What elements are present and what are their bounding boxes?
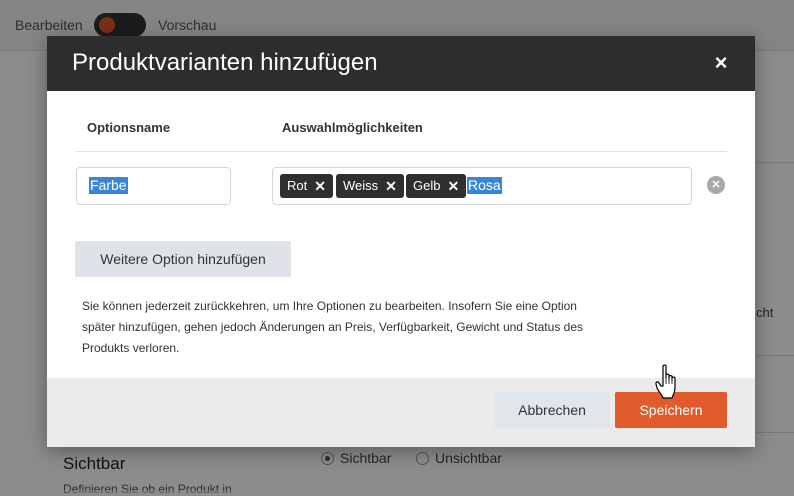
dialog-title: Produktvarianten hinzufügen — [72, 49, 378, 76]
option-name-input[interactable]: Farbe — [76, 167, 231, 205]
dialog-footer: Abbrechen Speichern — [47, 378, 755, 447]
choice-draft-text: Rosa — [467, 177, 502, 194]
column-header-choices: Auswahlmöglichkeiten — [282, 120, 423, 135]
info-line: später hinzufügen, gehen jedoch Änderung… — [82, 320, 583, 334]
add-option-button[interactable]: Weitere Option hinzufügen — [75, 241, 291, 277]
choice-tag-label: Gelb — [413, 178, 441, 193]
tag-remove-icon[interactable]: ✕ — [314, 174, 326, 198]
header-divider — [75, 151, 727, 152]
info-text: Sie können jederzeit zurückkehren, um Ih… — [82, 296, 642, 359]
remove-option-icon[interactable]: ✕ — [707, 176, 725, 194]
choice-tag: Gelb ✕ — [406, 174, 467, 198]
choice-tag-label: Weiss — [343, 178, 379, 193]
choice-tag: Weiss ✕ — [336, 174, 404, 198]
cancel-button[interactable]: Abbrechen — [494, 392, 610, 428]
option-name-value: Farbe — [89, 177, 128, 194]
dialog-header: Produktvarianten hinzufügen × — [47, 36, 755, 91]
choices-input[interactable]: Rot ✕ Weiss ✕ Gelb ✕ Rosa — [272, 167, 692, 205]
info-line: Sie können jederzeit zurückkehren, um Ih… — [82, 299, 577, 313]
tag-remove-icon[interactable]: ✕ — [385, 174, 397, 198]
hand-cursor-icon — [655, 364, 676, 399]
product-variants-dialog: Produktvarianten hinzufügen × Optionsnam… — [47, 36, 755, 447]
choice-tag-label: Rot — [287, 178, 308, 193]
column-header-option-name: Optionsname — [87, 120, 171, 135]
close-icon[interactable]: × — [709, 51, 733, 75]
choice-tag: Rot ✕ — [280, 174, 333, 198]
info-line: Produkts verloren. — [82, 341, 180, 355]
tag-remove-icon[interactable]: ✕ — [447, 174, 459, 198]
